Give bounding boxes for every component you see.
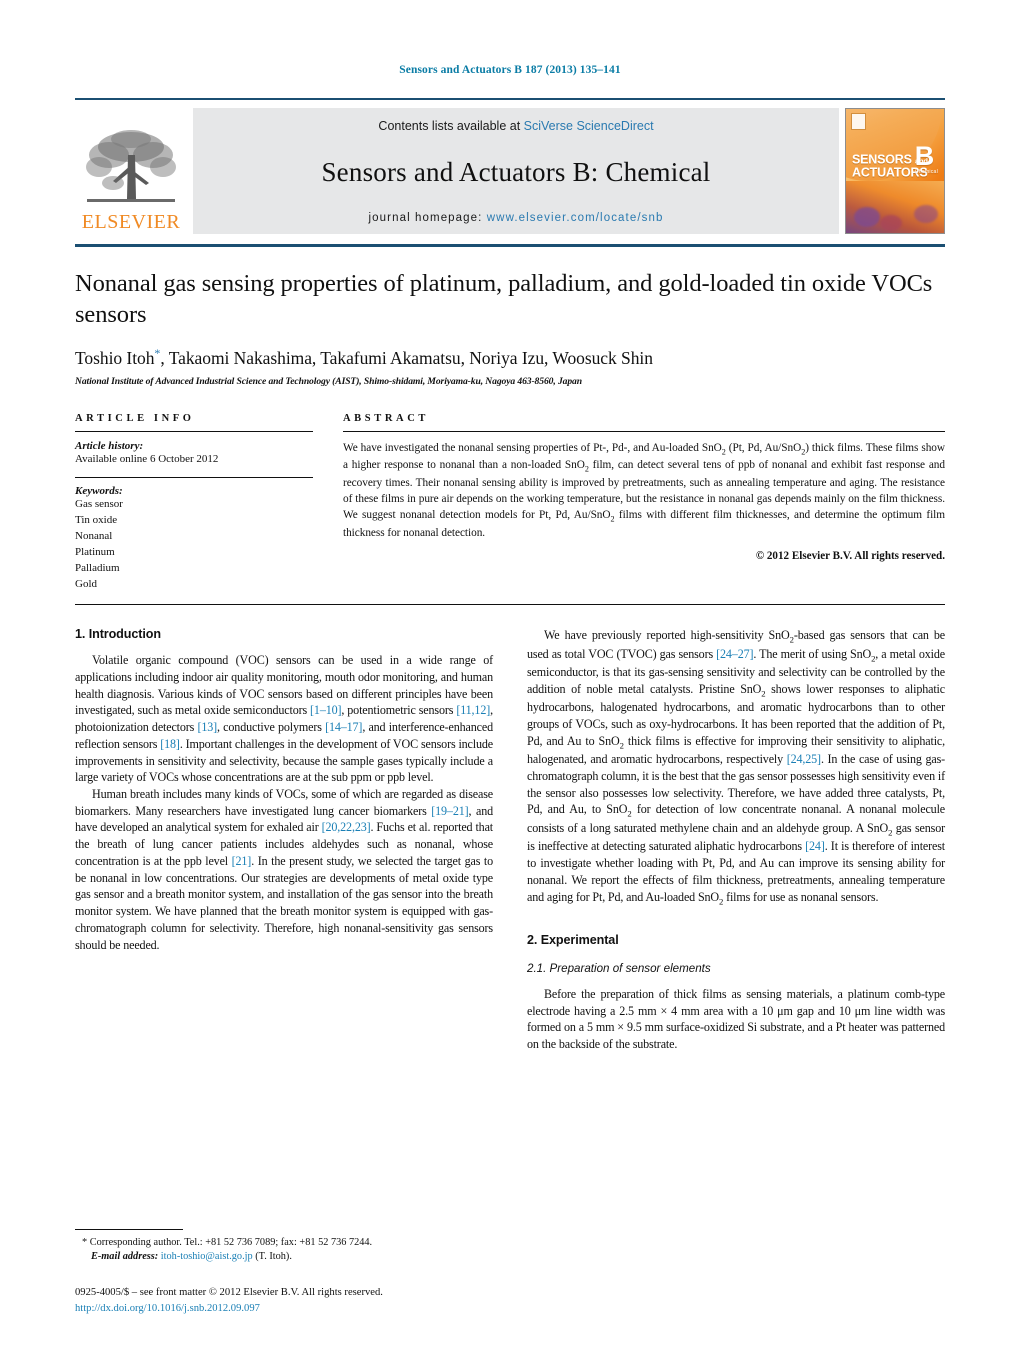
para-seg: films for use as nonanal sensors.: [723, 889, 879, 904]
article-history-line: Available online 6 October 2012: [75, 452, 219, 465]
abstract-copyright: © 2012 Elsevier B.V. All rights reserved…: [755, 550, 945, 563]
citation-ref[interactable]: [14–17]: [325, 720, 362, 734]
para-seg: , conductive polymers: [217, 720, 326, 735]
journal-masthead: ELSEVIER Contents lists available at Sci…: [75, 98, 945, 234]
contents-available-line: Contents lists available at SciVerse Sci…: [378, 119, 653, 133]
intro-paragraph-1: Volatile organic compound (VOC) sensors …: [75, 652, 493, 786]
keyword-item: Gold: [75, 578, 97, 591]
right-body-column: We have previously reported high-sensiti…: [527, 627, 945, 1053]
article-info-label: ARTICLE INFO: [75, 412, 195, 424]
elsevier-logo: ELSEVIER: [75, 108, 187, 234]
keyword-item: Palladium: [75, 562, 120, 575]
email-label: E-mail address:: [91, 1251, 159, 1263]
sciencedirect-link[interactable]: SciVerse ScienceDirect: [524, 119, 654, 133]
homepage-prefix: journal homepage:: [368, 212, 487, 224]
corresponding-author-note: * Corresponding author. Tel.: +81 52 736…: [82, 1236, 373, 1248]
cover-elsevier-icon: [851, 113, 866, 130]
email-note: E-mail address: itoh-toshio@aist.go.jp (…: [75, 1250, 475, 1265]
elsevier-wordmark: ELSEVIER: [81, 211, 181, 233]
para-seg: We have previously reported high-sensiti…: [544, 628, 790, 643]
abstract-column: ABSTRACT We have investigated the nonana…: [343, 413, 945, 594]
footnote-block: * Corresponding author. Tel.: +81 52 736…: [75, 1228, 475, 1265]
citation-ref[interactable]: [24–27]: [716, 647, 753, 661]
page-title: Nonanal gas sensing properties of platin…: [75, 270, 933, 328]
citation-ref[interactable]: [18]: [160, 737, 180, 751]
citation-ref[interactable]: [19–21]: [431, 804, 468, 818]
journal-band: Contents lists available at SciVerse Sci…: [193, 108, 839, 234]
section-heading-introduction: 1. Introduction: [75, 627, 161, 642]
citation-ref[interactable]: [20,22,23]: [322, 820, 371, 834]
abstract-label: ABSTRACT: [343, 412, 429, 424]
info-abstract-row: ARTICLE INFO Article history: Available …: [75, 413, 945, 594]
keyword-item: Tin oxide: [75, 514, 118, 527]
footnote-rule: [75, 1228, 183, 1230]
abstract-seg: (Pt, Pd, Au/SnO: [725, 441, 802, 454]
cover-letter-sub: Chemical: [914, 168, 938, 175]
title-block: Nonanal gas sensing properties of platin…: [75, 247, 945, 387]
section-heading-experimental: 2. Experimental: [527, 933, 619, 947]
article-history-heading: Article history:: [75, 439, 144, 452]
keywords-heading: Keywords:: [75, 485, 123, 498]
journal-homepage-line: journal homepage: www.elsevier.com/locat…: [369, 212, 664, 224]
email-link[interactable]: itoh-toshio@aist.go.jp: [161, 1251, 253, 1262]
keyword-item: Nonanal: [75, 530, 113, 543]
doi-line: http://dx.doi.org/10.1016/j.snb.2012.09.…: [75, 1301, 595, 1317]
issn-front-matter: 0925-4005/$ – see front matter © 2012 El…: [75, 1287, 383, 1299]
abstract-bottom-rule: [75, 604, 945, 606]
para-seg: , potentiometric sensors: [341, 703, 457, 718]
journal-cover-thumbnail: SENSORS and ACTUATORS B Chemical: [845, 108, 945, 234]
authors-remaining: , Takaomi Nakashima, Takafumi Akamatsu, …: [160, 347, 653, 368]
body-columns: 1. Introduction Volatile organic compoun…: [75, 627, 945, 1053]
experimental-paragraph-1: Before the preparation of thick films as…: [527, 987, 945, 1052]
author-list: Toshio Itoh*, Takaomi Nakashima, Takafum…: [75, 346, 945, 369]
front-matter-block: 0925-4005/$ – see front matter © 2012 El…: [75, 1285, 595, 1317]
intro-paragraph-2: Human breath includes many kinds of VOCs…: [75, 786, 493, 953]
article-page: Sensors and Actuators B 187 (2013) 135–1…: [0, 0, 1020, 1351]
contents-prefix: Contents lists available at: [378, 119, 524, 133]
citation-ref[interactable]: [21]: [232, 854, 252, 868]
keyword-item: Gas sensor: [75, 498, 123, 511]
citation-ref[interactable]: [11,12]: [456, 703, 490, 717]
keywords-list: Gas sensor Tin oxide Nonanal Platinum Pa…: [75, 497, 313, 593]
author-corresponding: Toshio Itoh: [75, 347, 155, 368]
abstract-seg: We have investigated the nonanal sensing…: [343, 441, 722, 454]
citation-ref[interactable]: [13]: [197, 720, 217, 734]
affiliation: National Institute of Advanced Industria…: [75, 375, 582, 387]
article-info-column: ARTICLE INFO Article history: Available …: [75, 413, 313, 594]
cover-series-letter: B Chemical: [915, 142, 938, 174]
left-body-column: 1. Introduction Volatile organic compoun…: [75, 627, 493, 1053]
para-seg: . The merit of using SnO: [753, 646, 872, 661]
journal-title: Sensors and Actuators B: Chemical: [321, 157, 711, 187]
para-seg: . In the present study, we selected the …: [75, 853, 493, 952]
cover-letter-b: B: [914, 140, 935, 171]
running-head: Sensors and Actuators B 187 (2013) 135–1…: [399, 64, 621, 76]
citation-ref[interactable]: [24]: [805, 839, 825, 853]
citation-ref[interactable]: [24,25]: [787, 752, 821, 766]
elsevier-tree-icon: [86, 130, 176, 202]
citation-ref[interactable]: [1–10]: [310, 703, 341, 717]
intro-paragraph-3: We have previously reported high-sensiti…: [527, 627, 945, 907]
doi-link[interactable]: http://dx.doi.org/10.1016/j.snb.2012.09.…: [75, 1303, 260, 1314]
keyword-item: Platinum: [75, 546, 115, 559]
abstract-text: We have investigated the nonanal sensing…: [343, 440, 945, 541]
email-suffix: (T. Itoh).: [255, 1251, 292, 1263]
subsection-heading-preparation: 2.1. Preparation of sensor elements: [527, 962, 711, 975]
journal-homepage-link[interactable]: www.elsevier.com/locate/snb: [487, 212, 664, 224]
